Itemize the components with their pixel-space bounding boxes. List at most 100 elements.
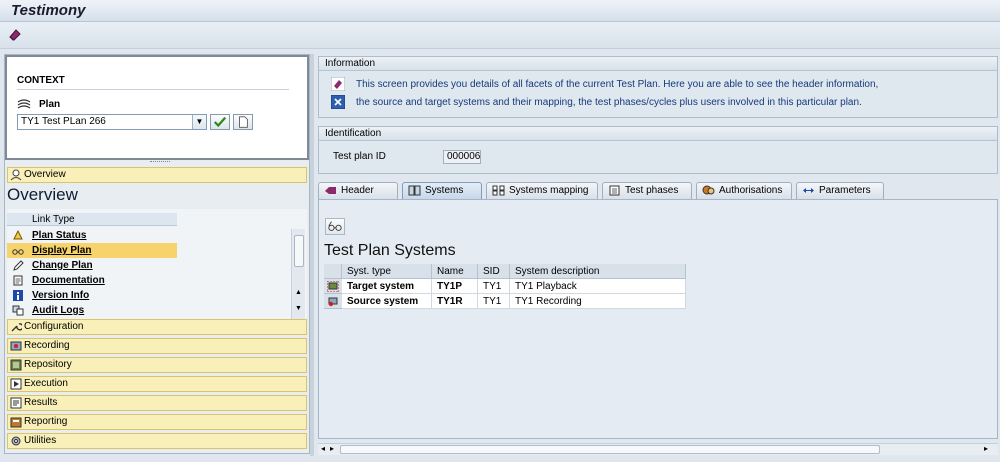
table-cell: TY1R	[432, 294, 478, 309]
section-label: Recording	[24, 340, 70, 351]
confirm-button[interactable]	[210, 114, 230, 130]
section-label: Utilities	[24, 435, 57, 446]
tab-label: Authorisations	[719, 185, 783, 196]
column-header: SID	[478, 264, 510, 279]
display-toggle-button[interactable]	[325, 218, 345, 235]
section-utilities[interactable]: Utilities	[7, 433, 307, 449]
tab-label: Test phases	[625, 185, 679, 196]
chevron-down-icon[interactable]: ▼	[192, 115, 206, 129]
link-type-header: Link Type	[7, 213, 177, 226]
target-system-icon	[327, 281, 339, 292]
utilities-icon	[11, 436, 21, 446]
results-icon	[10, 397, 22, 409]
context-box: CONTEXT Plan TY1 Test PLan 266 ▼	[5, 55, 309, 162]
source-system-icon	[328, 297, 338, 307]
tab-parameters[interactable]: Parameters	[796, 182, 884, 199]
link-list: Link Type Plan Status Display Plan Chang…	[7, 209, 307, 321]
display-glasses-icon	[12, 249, 24, 255]
tab-label: Parameters	[819, 185, 871, 196]
pencil-icon	[13, 260, 24, 271]
information-group: Information This screen provides you det…	[318, 56, 998, 118]
table-cell: Target system	[342, 279, 432, 294]
section-label: Results	[24, 397, 58, 408]
section-recording[interactable]: Recording	[7, 338, 307, 354]
info-icon	[13, 290, 23, 301]
tab-authorisations[interactable]: Authorisations	[696, 182, 792, 199]
context-divider	[17, 89, 289, 90]
link-audit-logs[interactable]: Audit Logs	[7, 303, 177, 318]
row-selector[interactable]	[324, 294, 342, 309]
link-label: Display Plan	[32, 245, 92, 256]
identification-heading: Identification	[319, 127, 997, 141]
scroll-right-icon[interactable]: ▸	[330, 444, 334, 453]
overview-heading: Overview	[7, 185, 78, 204]
authorisation-icon	[702, 185, 715, 195]
eraser-icon[interactable]	[8, 28, 22, 42]
link-version-info[interactable]: Version Info	[7, 288, 177, 303]
section-results[interactable]: Results	[7, 395, 307, 411]
link-label: Plan Status	[32, 230, 87, 241]
tab-systems-mapping[interactable]: Systems mapping	[486, 182, 598, 199]
table-cell: TY1P	[432, 279, 478, 294]
horizontal-scrollbar[interactable]: ◂ ▸ ▸	[318, 443, 998, 455]
parameters-icon	[803, 188, 814, 193]
report-icon	[10, 417, 22, 428]
information-heading: Information	[319, 57, 997, 71]
link-change-plan[interactable]: Change Plan	[7, 258, 177, 273]
section-label: Repository	[24, 359, 72, 370]
section-repository[interactable]: Repository	[7, 357, 307, 373]
overview-bar[interactable]: Overview	[7, 167, 307, 183]
title-bar: Testimony	[0, 0, 1000, 22]
section-reporting[interactable]: Reporting	[7, 414, 307, 430]
repository-icon	[10, 359, 22, 371]
tab-systems[interactable]: Systems	[402, 182, 482, 199]
main-panel: Information This screen provides you det…	[314, 54, 1000, 456]
table-cell: TY1	[478, 294, 510, 309]
column-header: Syst. type	[342, 264, 432, 279]
test-plan-id-label: Test plan ID	[333, 151, 386, 162]
close-icon[interactable]	[331, 95, 345, 109]
test-plan-id-field[interactable]: 000006	[443, 150, 481, 164]
tab-header[interactable]: Header	[318, 182, 398, 199]
left-panel: CONTEXT Plan TY1 Test PLan 266 ▼ Overvie…	[4, 54, 310, 454]
link-list-scrollbar[interactable]: ▲ ▼	[291, 229, 305, 321]
scroll-thumb[interactable]	[294, 235, 304, 267]
scroll-end-icon[interactable]: ▸	[984, 444, 988, 453]
resize-grip[interactable]	[150, 161, 170, 164]
scroll-down-icon[interactable]: ▼	[295, 305, 302, 312]
log-icon	[12, 305, 24, 316]
scroll-up-icon[interactable]: ▲	[295, 289, 302, 296]
plan-select-value: TY1 Test PLan 266	[21, 116, 106, 127]
row-selector[interactable]	[324, 279, 342, 294]
overview-bar-label: Overview	[24, 169, 66, 180]
link-documentation[interactable]: Documentation	[7, 273, 177, 288]
table-cell: TY1 Playback	[510, 279, 686, 294]
section-configuration[interactable]: Configuration	[7, 319, 307, 335]
document-icon	[239, 116, 248, 128]
mapping-icon	[492, 185, 505, 196]
information-line-2: the source and target systems and their …	[356, 97, 862, 108]
link-plan-status[interactable]: Plan Status	[7, 228, 177, 243]
section-execution[interactable]: Execution	[7, 376, 307, 392]
header-icon	[325, 187, 336, 194]
new-document-button[interactable]	[233, 114, 253, 130]
status-bell-icon	[13, 230, 23, 240]
section-label: Execution	[24, 378, 68, 389]
column-header: Name	[432, 264, 478, 279]
section-label: Configuration	[24, 321, 84, 332]
scroll-left-icon[interactable]: ◂	[321, 444, 325, 453]
toolbar	[0, 22, 1000, 49]
link-label: Change Plan	[32, 260, 93, 271]
plan-select[interactable]: TY1 Test PLan 266 ▼	[17, 114, 207, 130]
systems-title: Test Plan Systems	[324, 242, 456, 259]
execute-icon	[10, 378, 22, 390]
tab-test-phases[interactable]: Test phases	[602, 182, 692, 199]
tab-label: Systems mapping	[509, 185, 589, 196]
table-select-header	[324, 264, 342, 279]
link-display-plan[interactable]: Display Plan	[7, 243, 177, 258]
plan-label: Plan	[39, 99, 61, 110]
scroll-thumb[interactable]	[340, 445, 880, 454]
record-icon	[10, 341, 22, 351]
link-label: Version Info	[32, 290, 90, 301]
eraser-icon	[331, 77, 345, 91]
